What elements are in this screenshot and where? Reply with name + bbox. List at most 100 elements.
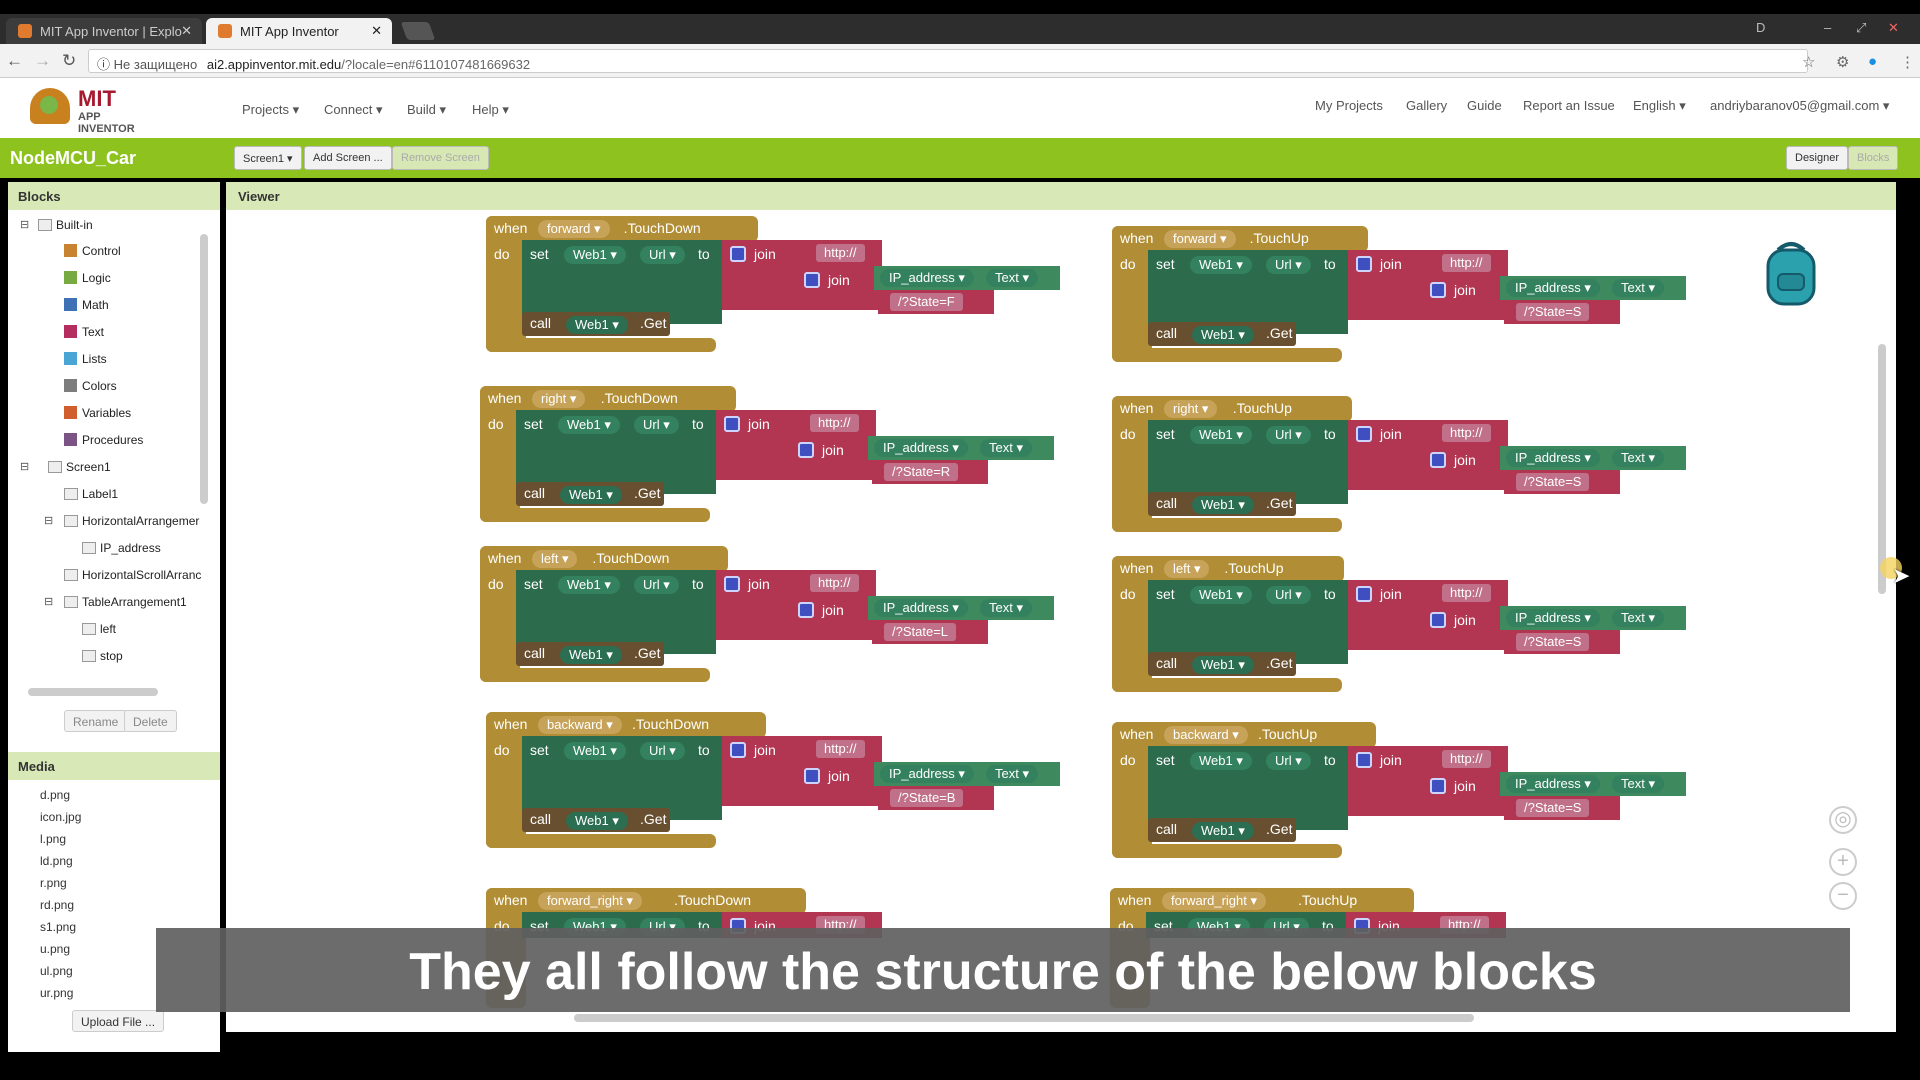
- web-component-dropdown[interactable]: Web1 ▾: [1190, 426, 1252, 444]
- maximize-icon[interactable]: ⤢: [1856, 20, 1866, 36]
- tree-item-procedures[interactable]: Procedures: [64, 433, 143, 447]
- tree-screen1[interactable]: ⊟ Screen1: [20, 460, 111, 474]
- workspace-vertical-scrollbar[interactable]: [1878, 344, 1886, 594]
- menu-connect[interactable]: Connect ▾: [324, 102, 383, 118]
- ip-address-dropdown[interactable]: IP_address ▾: [880, 765, 974, 783]
- gear-icon[interactable]: [1356, 752, 1372, 768]
- close-icon[interactable]: ✕: [181, 23, 192, 39]
- gear-icon[interactable]: [1430, 282, 1446, 298]
- profile-badge[interactable]: D: [1756, 20, 1765, 35]
- component-dropdown[interactable]: forward ▾: [1164, 230, 1236, 248]
- component-dropdown[interactable]: right ▾: [532, 390, 586, 408]
- link-report-issue[interactable]: Report an Issue: [1523, 98, 1615, 113]
- gear-icon[interactable]: [1430, 452, 1446, 468]
- skype-icon[interactable]: ●: [1868, 53, 1877, 70]
- media-file[interactable]: r.png: [40, 876, 67, 890]
- new-tab-button[interactable]: [400, 22, 436, 40]
- url-property-dropdown[interactable]: Url ▾: [640, 246, 685, 264]
- tree-horizontal-arrangement[interactable]: ⊟ HorizontalArrangemer: [44, 514, 199, 528]
- touchdown-event-block[interactable]: when left ▾ .TouchDown do set Web1 ▾ Url ▾ to jo…: [480, 546, 1080, 686]
- collapse-toggle-icon[interactable]: ⊟: [20, 460, 29, 473]
- gear-icon[interactable]: [1430, 612, 1446, 628]
- link-gallery[interactable]: Gallery: [1406, 98, 1447, 113]
- text-property-dropdown[interactable]: Text ▾: [986, 765, 1038, 783]
- add-screen-button[interactable]: Add Screen ...: [304, 146, 392, 170]
- recenter-icon[interactable]: ◎: [1829, 806, 1857, 834]
- gear-icon[interactable]: [798, 602, 814, 618]
- text-property-dropdown[interactable]: Text ▾: [1612, 775, 1664, 793]
- media-file[interactable]: ul.png: [40, 964, 73, 978]
- tree-vertical-scrollbar[interactable]: [200, 234, 208, 504]
- gear-icon[interactable]: [1356, 426, 1372, 442]
- address-bar[interactable]: ⓘ Не защищено ai2.appinventor.mit.edu/?l…: [88, 49, 1808, 73]
- rename-button[interactable]: Rename: [64, 710, 128, 732]
- tree-item-logic[interactable]: Logic: [64, 271, 111, 285]
- gear-icon[interactable]: [730, 246, 746, 262]
- ip-address-dropdown[interactable]: IP_address ▾: [1506, 449, 1600, 467]
- media-file[interactable]: rd.png: [40, 898, 74, 912]
- tree-label1[interactable]: Label1: [64, 487, 118, 501]
- tree-item-math[interactable]: Math: [64, 298, 109, 312]
- media-file[interactable]: ur.png: [40, 986, 73, 1000]
- url-property-dropdown[interactable]: Url ▾: [640, 742, 685, 760]
- delete-button[interactable]: Delete: [124, 710, 177, 732]
- media-file[interactable]: l.png: [40, 832, 66, 846]
- media-file[interactable]: ld.png: [40, 854, 73, 868]
- text-property-dropdown[interactable]: Text ▾: [980, 439, 1032, 457]
- web-component-dropdown[interactable]: Web1 ▾: [558, 416, 620, 434]
- component-dropdown[interactable]: backward ▾: [538, 716, 622, 734]
- web-component-dropdown[interactable]: Web1 ▾: [564, 742, 626, 760]
- web-component-dropdown[interactable]: Web1 ▾: [560, 486, 622, 504]
- component-dropdown[interactable]: left ▾: [532, 550, 578, 568]
- star-icon[interactable]: ☆: [1802, 53, 1815, 71]
- web-component-dropdown[interactable]: Web1 ▾: [1190, 586, 1252, 604]
- touchup-event-block[interactable]: when right ▾ .TouchUp do set Web1 ▾ Url ▾ to joi…: [1112, 396, 1712, 536]
- tree-item-lists[interactable]: Lists: [64, 352, 107, 366]
- text-property-dropdown[interactable]: Text ▾: [1612, 449, 1664, 467]
- ip-address-dropdown[interactable]: IP_address ▾: [880, 269, 974, 287]
- web-component-dropdown[interactable]: Web1 ▾: [564, 246, 626, 264]
- menu-help[interactable]: Help ▾: [472, 102, 509, 118]
- gear-icon[interactable]: [804, 768, 820, 784]
- web-component-dropdown[interactable]: Web1 ▾: [1190, 256, 1252, 274]
- collapse-toggle-icon[interactable]: ⊟: [20, 218, 29, 231]
- info-icon[interactable]: ⓘ: [97, 57, 110, 72]
- tree-item-colors[interactable]: Colors: [64, 379, 117, 393]
- back-arrow-icon[interactable]: ←: [6, 51, 23, 71]
- collapse-toggle-icon[interactable]: ⊟: [44, 595, 53, 608]
- ip-address-dropdown[interactable]: IP_address ▾: [874, 439, 968, 457]
- url-property-dropdown[interactable]: Url ▾: [1266, 586, 1311, 604]
- web-component-dropdown[interactable]: Web1 ▾: [1190, 752, 1252, 770]
- web-component-dropdown[interactable]: Web1 ▾: [566, 316, 628, 334]
- designer-button[interactable]: Designer: [1786, 146, 1849, 170]
- blocks-button[interactable]: Blocks: [1848, 146, 1899, 170]
- gear-icon[interactable]: [724, 416, 740, 432]
- gear-icon[interactable]: [730, 742, 746, 758]
- gear-icon[interactable]: [798, 442, 814, 458]
- gear-icon[interactable]: [804, 272, 820, 288]
- backpack-icon[interactable]: [1764, 238, 1818, 308]
- remove-screen-button[interactable]: Remove Screen: [392, 146, 489, 170]
- tree-horizontal-scrollbar[interactable]: [28, 688, 158, 696]
- component-dropdown[interactable]: backward ▾: [1164, 726, 1248, 744]
- component-dropdown[interactable]: right ▾: [1164, 400, 1218, 418]
- ip-address-dropdown[interactable]: IP_address ▾: [874, 599, 968, 617]
- tree-item-text[interactable]: Text: [64, 325, 104, 339]
- web-component-dropdown[interactable]: Web1 ▾: [1192, 656, 1254, 674]
- close-icon[interactable]: ✕: [371, 23, 382, 39]
- text-property-dropdown[interactable]: Text ▾: [1612, 279, 1664, 297]
- screen-select[interactable]: Screen1 ▾: [234, 146, 302, 170]
- tree-horizontal-scroll-arrangement[interactable]: HorizontalScrollArranc: [64, 568, 201, 582]
- web-component-dropdown[interactable]: Web1 ▾: [1192, 326, 1254, 344]
- menu-build[interactable]: Build ▾: [407, 102, 446, 118]
- account-menu[interactable]: andriybaranov05@gmail.com ▾: [1710, 98, 1889, 114]
- url-property-dropdown[interactable]: Url ▾: [1266, 752, 1311, 770]
- blocks-workspace[interactable]: ◎ + − when forward ▾ .TouchDown do set Web1 ▾…: [234, 214, 1888, 1024]
- minimize-icon[interactable]: –: [1824, 20, 1831, 35]
- tree-stop[interactable]: stop: [82, 649, 123, 663]
- touchdown-event-block[interactable]: when forward ▾ .TouchDown do set Web1 ▾ Url ▾ t…: [486, 216, 1086, 356]
- media-file[interactable]: s1.png: [40, 920, 76, 934]
- url-property-dropdown[interactable]: Url ▾: [1266, 426, 1311, 444]
- tree-builtin[interactable]: ⊟ Built-in: [20, 218, 93, 232]
- touchup-event-block[interactable]: when backward ▾ .TouchUp do set Web1 ▾ Url ▾ to…: [1112, 722, 1712, 862]
